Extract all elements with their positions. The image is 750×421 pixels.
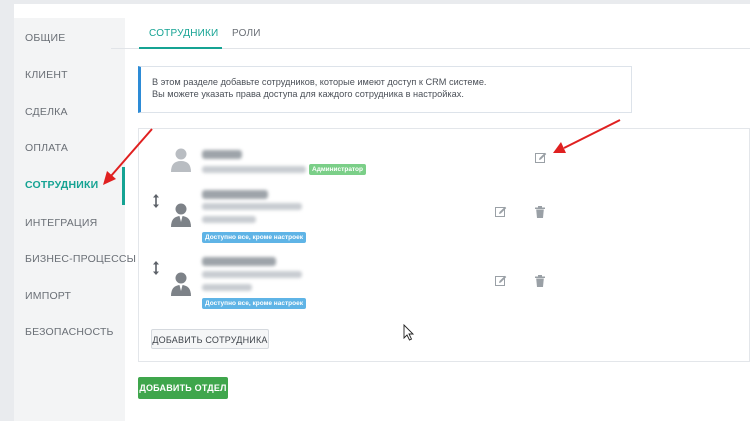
trash-icon[interactable] <box>534 206 546 218</box>
sidebar-item-deal[interactable]: СДЕЛКА <box>25 106 68 118</box>
employee-phone-redacted <box>202 216 256 223</box>
drag-handle-icon[interactable] <box>152 194 160 208</box>
sidebar-item-employees[interactable]: СОТРУДНИКИ <box>25 179 98 191</box>
sidebar-item-general[interactable]: ОБЩИЕ <box>25 32 65 44</box>
info-notice: В этом разделе добавьте сотрудников, кот… <box>138 66 632 113</box>
employee-name-redacted <box>202 150 242 159</box>
sidebar-item-security[interactable]: БЕЗОПАСНОСТЬ <box>25 326 114 338</box>
employee-email-redacted <box>202 166 306 173</box>
employee-email-redacted <box>202 203 302 210</box>
employee-name-redacted <box>202 190 268 199</box>
role-badge: Администратор <box>309 164 366 175</box>
employee-name-redacted <box>202 257 276 266</box>
employee-email-redacted <box>202 271 302 278</box>
tab-employees[interactable]: СОТРУДНИКИ <box>149 28 218 39</box>
user-avatar-icon <box>171 148 191 172</box>
role-badge: Доступно все, кроме настроек <box>202 298 306 309</box>
drag-handle-icon[interactable] <box>152 261 160 275</box>
edit-icon[interactable] <box>495 275 507 287</box>
employee-phone-redacted <box>202 284 252 291</box>
sidebar-item-import[interactable]: ИМПОРТ <box>25 290 71 302</box>
edit-icon[interactable] <box>495 206 507 218</box>
info-line-1: В этом разделе добавьте сотрудников, кот… <box>152 77 487 87</box>
active-item-indicator <box>122 167 125 205</box>
role-badge: Доступно все, кроме настроек <box>202 232 306 243</box>
employees-panel <box>138 128 750 362</box>
info-line-2: Вы можете указать права доступа для кажд… <box>152 89 464 99</box>
add-employee-button[interactable]: ДОБАВИТЬ СОТРУДНИКА <box>151 329 269 349</box>
tab-roles[interactable]: РОЛИ <box>232 28 261 39</box>
user-avatar-icon <box>171 272 191 296</box>
trash-icon[interactable] <box>534 275 546 287</box>
user-avatar-icon <box>171 203 191 227</box>
sidebar-item-client[interactable]: КЛИЕНТ <box>25 69 68 81</box>
sidebar-item-business-processes[interactable]: БИЗНЕС-ПРОЦЕССЫ <box>25 253 136 265</box>
sidebar-item-integration[interactable]: ИНТЕГРАЦИЯ <box>25 217 97 229</box>
add-department-button[interactable]: ДОБАВИТЬ ОТДЕЛ <box>138 377 228 399</box>
edit-icon[interactable] <box>535 152 547 164</box>
active-tab-underline <box>139 47 222 49</box>
sidebar-item-payment[interactable]: ОПЛАТА <box>25 142 68 154</box>
